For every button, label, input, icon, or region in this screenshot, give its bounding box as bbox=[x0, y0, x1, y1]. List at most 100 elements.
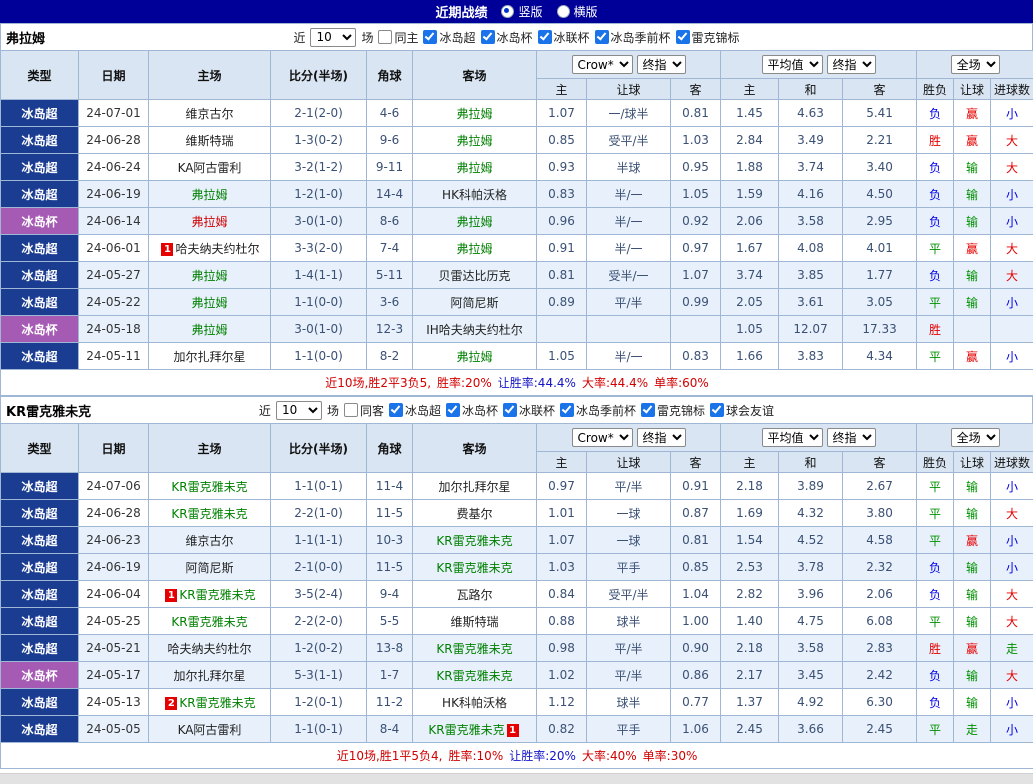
recent-count-select[interactable]: 10 bbox=[276, 401, 322, 420]
match-row: 冰岛杯24-05-17加尔扎拜尔星5-3(1-1)1-7KR雷克雅未克1.02平… bbox=[1, 662, 1033, 689]
home-team-link[interactable]: 维京古尔 bbox=[185, 107, 233, 121]
win-result-cell: 平 bbox=[917, 289, 954, 316]
same-venue-checkbox[interactable]: 同客 bbox=[344, 402, 384, 419]
away-team-link[interactable]: KR雷克雅未克 bbox=[436, 669, 512, 683]
score-cell: 3-0(1-0) bbox=[271, 316, 367, 343]
subcol-asian-home: 主 bbox=[537, 79, 587, 100]
away-team-link[interactable]: 弗拉姆 bbox=[456, 107, 492, 121]
layout-radio-horizontal[interactable]: 横版 bbox=[557, 3, 598, 20]
euro-home-odds: 2.45 bbox=[721, 716, 779, 743]
average-select[interactable]: 平均值 bbox=[762, 428, 823, 447]
competition-checkbox[interactable]: 冰联杯 bbox=[538, 29, 590, 46]
competition-checkbox[interactable]: 冰岛季前杯 bbox=[595, 29, 671, 46]
away-team-link[interactable]: 弗拉姆 bbox=[456, 134, 492, 148]
home-team-link[interactable]: 哈夫纳夫约杜尔 bbox=[175, 242, 259, 256]
home-team-link[interactable]: KR雷克雅未克 bbox=[179, 588, 255, 602]
home-team-link[interactable]: 加尔扎拜尔星 bbox=[173, 350, 245, 364]
away-team-link[interactable]: KR雷克雅未克 bbox=[428, 723, 504, 737]
scope-select[interactable]: 全场 bbox=[951, 55, 1000, 74]
col-type: 类型 bbox=[1, 51, 79, 100]
bookmaker-select[interactable]: Crow* bbox=[572, 428, 633, 447]
euro-away-odds: 3.80 bbox=[843, 500, 917, 527]
asian-final-select[interactable]: 终指 bbox=[637, 428, 686, 447]
away-team-link[interactable]: 弗拉姆 bbox=[456, 215, 492, 229]
home-team-link[interactable]: 弗拉姆 bbox=[191, 296, 227, 310]
competition-checkbox[interactable]: 冰岛杯 bbox=[481, 29, 533, 46]
home-team-cell: 弗拉姆 bbox=[149, 208, 271, 235]
away-team-link[interactable]: 弗拉姆 bbox=[456, 350, 492, 364]
away-team-link[interactable]: 弗拉姆 bbox=[456, 161, 492, 175]
layout-radio-vertical[interactable]: 竖版 bbox=[501, 3, 542, 20]
home-team-link[interactable]: 哈夫纳夫约杜尔 bbox=[167, 642, 251, 656]
away-team-link[interactable]: KR雷克雅未克 bbox=[436, 534, 512, 548]
euro-final-select[interactable]: 终指 bbox=[827, 428, 876, 447]
handicap-result-cell: 赢 bbox=[954, 635, 991, 662]
competition-checkbox[interactable]: 冰联杯 bbox=[503, 402, 555, 419]
home-team-link[interactable]: 阿简尼斯 bbox=[185, 561, 233, 575]
home-team-link[interactable]: 维斯特瑞 bbox=[185, 134, 233, 148]
asian-home-odds: 1.01 bbox=[537, 500, 587, 527]
checkbox-label: 冰岛季前杯 bbox=[611, 29, 671, 46]
handicap-result-cell: 输 bbox=[954, 689, 991, 716]
summary-stat: 近10场,胜1平5负4, bbox=[337, 749, 443, 763]
away-team-link[interactable]: HK科帕沃格 bbox=[442, 696, 507, 710]
away-team-cell: HK科帕沃格 bbox=[413, 181, 537, 208]
date-cell: 24-06-28 bbox=[79, 500, 149, 527]
competition-checkbox[interactable]: 冰岛季前杯 bbox=[560, 402, 636, 419]
competition-checkbox[interactable]: 冰岛杯 bbox=[446, 402, 498, 419]
away-team-link[interactable]: KR雷克雅未克 bbox=[436, 561, 512, 575]
home-team-link[interactable]: 弗拉姆 bbox=[191, 215, 227, 229]
away-team-link[interactable]: 弗拉姆 bbox=[456, 242, 492, 256]
away-team-link[interactable]: IH哈夫纳夫约杜尔 bbox=[426, 323, 523, 337]
competition-checkbox[interactable]: 冰岛超 bbox=[423, 29, 475, 46]
euro-away-odds: 3.05 bbox=[843, 289, 917, 316]
match-row: 冰岛杯24-05-18弗拉姆3-0(1-0)12-3IH哈夫纳夫约杜尔1.051… bbox=[1, 316, 1033, 343]
recent-matches-table: 类型 日期 主场 比分(半场) 角球 客场 Crow*终指 平均值终指 全场 bbox=[0, 423, 1033, 769]
away-team-cell: IH哈夫纳夫约杜尔 bbox=[413, 316, 537, 343]
away-team-link[interactable]: 费基尔 bbox=[456, 507, 492, 521]
home-team-link[interactable]: 弗拉姆 bbox=[191, 269, 227, 283]
home-team-link[interactable]: KR雷克雅未克 bbox=[171, 480, 247, 494]
away-team-cell: 阿简尼斯 bbox=[413, 289, 537, 316]
home-team-link[interactable]: 维京古尔 bbox=[185, 534, 233, 548]
competition-checkbox[interactable]: 冰岛超 bbox=[389, 402, 441, 419]
corners-cell: 12-3 bbox=[367, 316, 413, 343]
competition-checkbox[interactable]: 雷克锦标 bbox=[676, 29, 740, 46]
home-team-cell: 2KR雷克雅未克 bbox=[149, 689, 271, 716]
away-team-link[interactable]: 维斯特瑞 bbox=[450, 615, 498, 629]
away-team-link[interactable]: 加尔扎拜尔星 bbox=[438, 480, 510, 494]
competition-checkbox[interactable]: 雷克锦标 bbox=[641, 402, 705, 419]
home-team-link[interactable]: KR雷克雅未克 bbox=[171, 615, 247, 629]
home-team-link[interactable]: KA阿古雷利 bbox=[178, 723, 242, 737]
euro-home-odds: 1.59 bbox=[721, 181, 779, 208]
away-team-link[interactable]: 瓦路尔 bbox=[456, 588, 492, 602]
euro-away-odds: 1.77 bbox=[843, 262, 917, 289]
home-team-cell: KA阿古雷利 bbox=[149, 154, 271, 181]
euro-home-odds: 1.66 bbox=[721, 343, 779, 370]
date-cell: 24-05-22 bbox=[79, 289, 149, 316]
home-team-link[interactable]: KR雷克雅未克 bbox=[171, 507, 247, 521]
corners-cell: 10-3 bbox=[367, 527, 413, 554]
asian-home-odds: 0.84 bbox=[537, 581, 587, 608]
same-venue-checkbox[interactable]: 同主 bbox=[378, 29, 418, 46]
checkbox-label: 同主 bbox=[394, 29, 418, 46]
recent-count-select[interactable]: 10 bbox=[310, 28, 356, 47]
euro-final-select[interactable]: 终指 bbox=[827, 55, 876, 74]
home-team-link[interactable]: KR雷克雅未克 bbox=[179, 696, 255, 710]
asian-handicap: 平/半 bbox=[587, 289, 671, 316]
competition-checkbox[interactable]: 球会友谊 bbox=[710, 402, 774, 419]
home-team-cell: 阿简尼斯 bbox=[149, 554, 271, 581]
home-team-link[interactable]: 加尔扎拜尔星 bbox=[173, 669, 245, 683]
away-team-link[interactable]: 阿简尼斯 bbox=[450, 296, 498, 310]
away-team-link[interactable]: HK科帕沃格 bbox=[442, 188, 507, 202]
home-team-link[interactable]: 弗拉姆 bbox=[191, 323, 227, 337]
asian-final-select[interactable]: 终指 bbox=[637, 55, 686, 74]
home-team-link[interactable]: 弗拉姆 bbox=[191, 188, 227, 202]
away-team-link[interactable]: 贝雷达比历克 bbox=[438, 269, 510, 283]
average-select[interactable]: 平均值 bbox=[762, 55, 823, 74]
home-team-link[interactable]: KA阿古雷利 bbox=[178, 161, 242, 175]
away-team-link[interactable]: KR雷克雅未克 bbox=[436, 642, 512, 656]
corners-cell: 3-6 bbox=[367, 289, 413, 316]
scope-select[interactable]: 全场 bbox=[951, 428, 1000, 447]
bookmaker-select[interactable]: Crow* bbox=[572, 55, 633, 74]
